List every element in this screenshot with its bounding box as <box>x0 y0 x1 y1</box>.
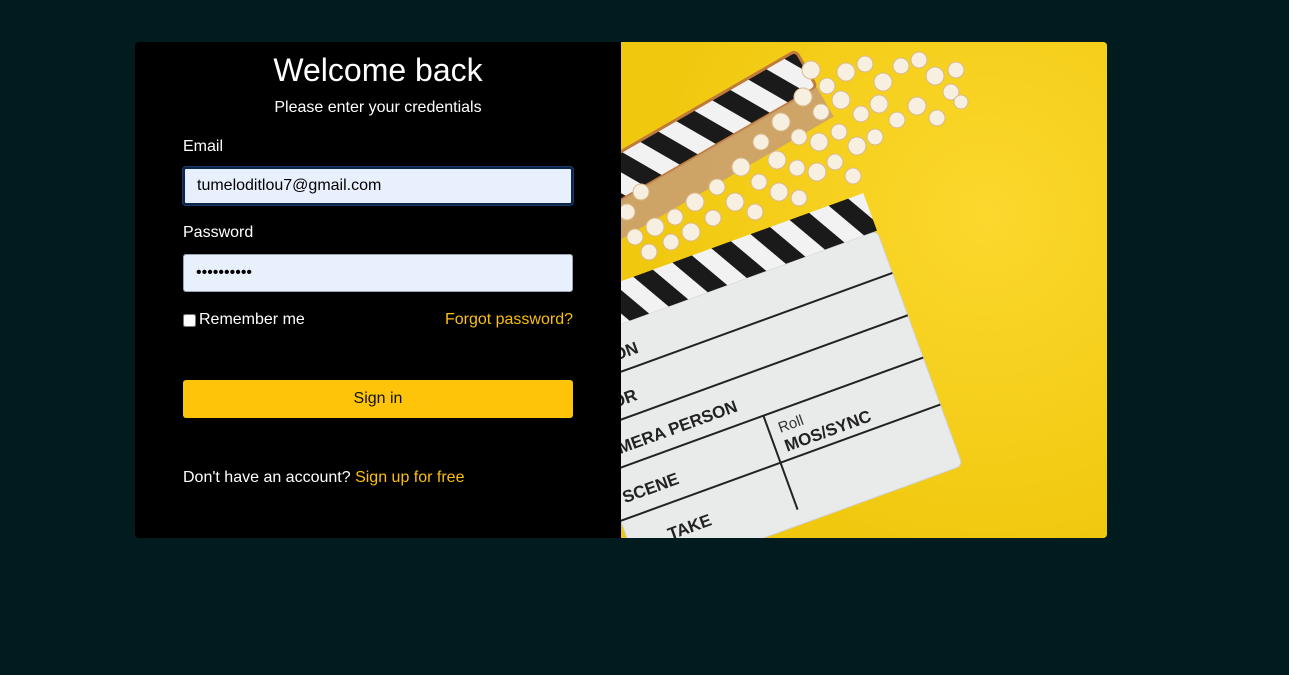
password-field[interactable] <box>183 254 573 292</box>
clapperboard-popcorn-illustration: ACTION CTOR AMERA PERSON Roll SCENE MOS/… <box>621 42 1107 538</box>
remember-me-checkbox[interactable] <box>183 313 196 327</box>
login-panel: Welcome back Please enter your credentia… <box>135 42 621 538</box>
hero-image: ACTION CTOR AMERA PERSON Roll SCENE MOS/… <box>621 42 1107 538</box>
signup-prompt: Don't have an account? Sign up for free <box>183 468 464 488</box>
no-account-text: Don't have an account? <box>183 469 351 486</box>
email-field[interactable] <box>183 167 573 205</box>
login-card: Welcome back Please enter your credentia… <box>135 42 1107 538</box>
password-label: Password <box>183 224 254 241</box>
sign-up-link[interactable]: Sign up for free <box>355 469 464 486</box>
page-title: Welcome back <box>273 52 483 88</box>
remember-me[interactable]: Remember me <box>183 310 305 330</box>
remember-me-label: Remember me <box>199 311 305 328</box>
forgot-password-link[interactable]: Forgot password? <box>445 310 573 330</box>
email-label: Email <box>183 138 224 155</box>
page-subtitle: Please enter your credentials <box>274 99 482 116</box>
sign-in-button[interactable]: Sign in <box>183 380 573 418</box>
